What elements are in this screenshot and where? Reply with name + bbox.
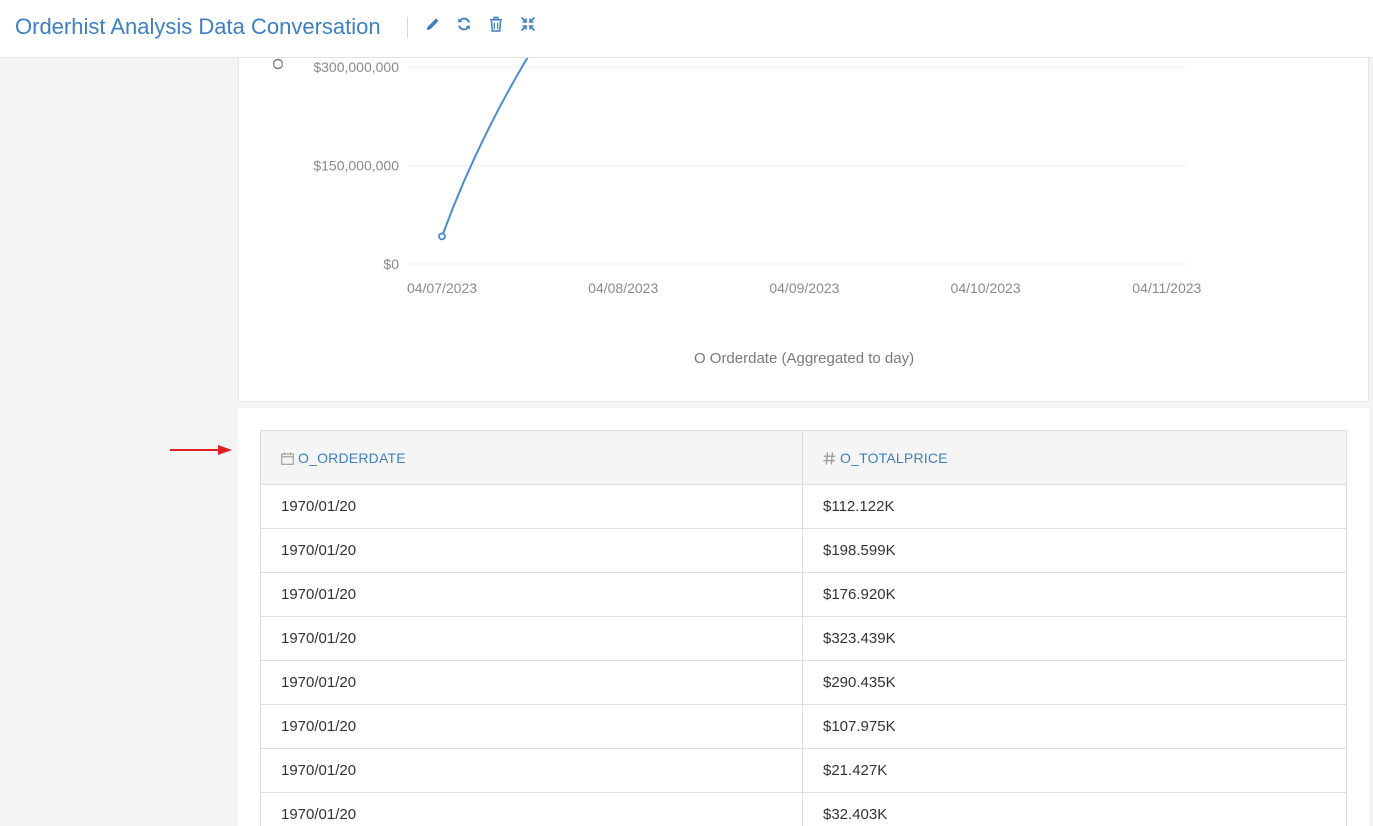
cell-totalprice: $21.427K — [802, 748, 1347, 793]
hash-icon — [823, 451, 836, 465]
table-header-row: O_ORDERDATE O_TOTALPRICE — [260, 430, 1347, 485]
y-axis-label: O — [270, 58, 287, 70]
y-axis-ticks: $0 $150,000,000 $300,000,000 — [313, 59, 399, 272]
page-title: Orderhist Analysis Data Conversation — [15, 14, 381, 39]
table-row[interactable]: 1970/01/20 $112.122K — [260, 484, 1347, 529]
cell-totalprice: $323.439K — [802, 616, 1347, 661]
trash-icon — [490, 16, 502, 32]
cell-totalprice: $107.975K — [802, 704, 1347, 749]
x-tick-label: 04/10/2023 — [951, 280, 1021, 296]
cell-orderdate: 1970/01/20 — [260, 528, 803, 573]
cell-orderdate: 1970/01/20 — [260, 660, 803, 705]
cell-orderdate: 1970/01/20 — [260, 616, 803, 661]
table-row[interactable]: 1970/01/20 $198.599K — [260, 528, 1347, 573]
column-header-label: O_ORDERDATE — [298, 449, 406, 466]
column-header-orderdate[interactable]: O_ORDERDATE — [260, 430, 803, 485]
table-row[interactable]: 1970/01/20 $21.427K — [260, 748, 1347, 793]
chart-gridlines — [409, 66, 1189, 265]
data-point[interactable] — [438, 232, 446, 241]
cell-totalprice: $198.599K — [802, 528, 1347, 573]
table-row[interactable]: 1970/01/20 $323.439K — [260, 616, 1347, 661]
refresh-icon — [458, 17, 470, 31]
pencil-icon — [427, 18, 439, 30]
table-row[interactable]: 1970/01/20 $290.435K — [260, 660, 1347, 705]
table-row[interactable]: 1970/01/20 $32.403K — [260, 792, 1347, 826]
edit-button[interactable] — [422, 13, 444, 35]
column-header-label: O_TOTALPRICE — [840, 449, 948, 466]
x-axis-label: O Orderdate (Aggregated to day) — [694, 350, 914, 367]
x-tick-label: 04/11/2023 — [1132, 280, 1201, 296]
arrow-right-icon — [170, 445, 232, 455]
x-tick-label: 04/09/2023 — [769, 280, 839, 296]
x-tick-label: 04/08/2023 — [588, 280, 658, 296]
series-line — [441, 58, 529, 237]
refresh-button[interactable] — [453, 13, 475, 35]
cell-orderdate: 1970/01/20 — [260, 484, 803, 529]
calendar-icon — [281, 452, 294, 465]
y-tick-label: $300,000,000 — [313, 59, 399, 75]
cell-orderdate: 1970/01/20 — [260, 704, 803, 749]
header-bar: Orderhist Analysis Data Conversation — [0, 0, 1373, 58]
data-table: O_ORDERDATE O_TOTALPRICE 1970/01/20 $112… — [260, 430, 1347, 826]
cell-orderdate: 1970/01/20 — [260, 748, 803, 793]
cell-orderdate: 1970/01/20 — [260, 572, 803, 617]
cell-totalprice: $32.403K — [802, 792, 1347, 826]
cell-totalprice: $112.122K — [802, 484, 1347, 529]
x-tick-label: 04/07/2023 — [407, 280, 477, 296]
collapse-button[interactable] — [517, 13, 539, 35]
column-header-totalprice[interactable]: O_TOTALPRICE — [802, 430, 1347, 485]
compress-icon — [520, 16, 536, 32]
chart-series — [438, 58, 529, 241]
x-axis-ticks: 04/07/2023 04/08/2023 04/09/2023 04/10/2023… — [407, 280, 1202, 296]
cell-totalprice: $176.920K — [802, 572, 1347, 617]
cell-orderdate: 1970/01/20 — [260, 792, 803, 826]
y-tick-label: $150,000,000 — [313, 158, 399, 174]
table-row[interactable]: 1970/01/20 $107.975K — [260, 704, 1347, 749]
table-row[interactable]: 1970/01/20 $176.920K — [260, 572, 1347, 617]
delete-button[interactable] — [485, 13, 507, 35]
line-chart-panel: $0 $150,000,000 $300,000,000 04/07/2023 04/… — [238, 58, 1369, 402]
data-table-panel: O_ORDERDATE O_TOTALPRICE 1970/01/20 $112… — [238, 408, 1369, 826]
title-divider — [407, 17, 408, 38]
line-chart: $0$150,000,000$300,000,000 04/07/2023 04/… — [270, 58, 1202, 367]
cell-totalprice: $290.435K — [802, 660, 1347, 705]
y-tick-label: $0 — [383, 256, 399, 272]
